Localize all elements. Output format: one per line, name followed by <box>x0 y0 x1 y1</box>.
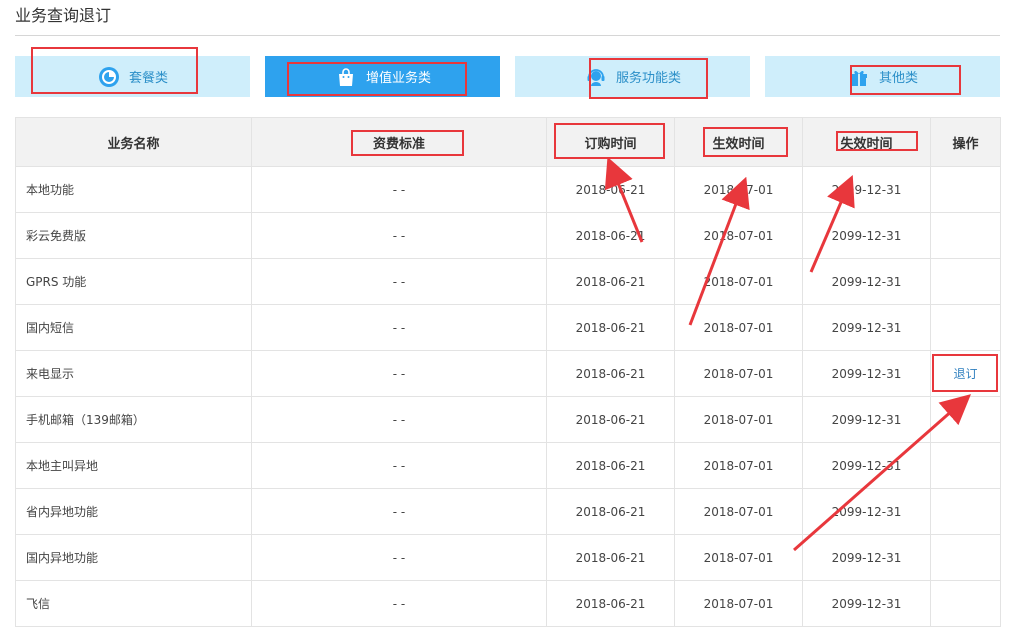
cell-action <box>930 442 1001 489</box>
tab-other-label: 其他类 <box>878 71 918 86</box>
cell-business-name: 手机邮箱（139邮箱） <box>15 396 252 443</box>
cell-action: 退订 <box>930 350 1001 397</box>
cell-order-time: 2018-06-21 <box>546 396 675 443</box>
cell-effective-time: 2018-07-01 <box>674 166 803 213</box>
table-row: 本地功能 - - 2018-06-21 2018-07-01 2099-12-3… <box>15 166 1001 213</box>
shopping-bag-icon <box>334 65 358 89</box>
cell-order-time: 2018-06-21 <box>546 304 675 351</box>
tab-value-added-label: 增值业务类 <box>365 71 431 86</box>
cell-effective-time: 2018-07-01 <box>674 396 803 443</box>
cell-action <box>930 396 1001 443</box>
header-effective-time: 生效时间 <box>674 117 803 167</box>
header-business-name: 业务名称 <box>15 117 252 167</box>
cell-business-name: GPRS 功能 <box>15 258 252 305</box>
cell-expire-time: 2099-12-31 <box>802 534 931 581</box>
table-row: 手机邮箱（139邮箱） - - 2018-06-21 2018-07-01 20… <box>15 396 1001 443</box>
title-divider <box>15 35 1000 36</box>
tab-service-function-label: 服务功能类 <box>615 71 681 86</box>
cell-expire-time: 2099-12-31 <box>802 350 931 397</box>
cell-action <box>930 534 1001 581</box>
table-row: 彩云免费版 - - 2018-06-21 2018-07-01 2099-12-… <box>15 212 1001 259</box>
category-tabs: 套餐类 增值业务类 服务功能类 其他类 <box>15 56 1000 97</box>
header-expire-time: 失效时间 <box>802 117 931 167</box>
cell-fee: - - <box>251 534 547 581</box>
table-row: 国内异地功能 - - 2018-06-21 2018-07-01 2099-12… <box>15 534 1001 581</box>
cell-business-name: 彩云免费版 <box>15 212 252 259</box>
cell-order-time: 2018-06-21 <box>546 350 675 397</box>
cell-fee: - - <box>251 166 547 213</box>
header-fee-standard: 资费标准 <box>251 117 547 167</box>
cell-expire-time: 2099-12-31 <box>802 488 931 535</box>
cell-fee: - - <box>251 304 547 351</box>
cell-fee: - - <box>251 258 547 305</box>
cell-action <box>930 166 1001 213</box>
cell-action <box>930 580 1001 627</box>
cell-order-time: 2018-06-21 <box>546 258 675 305</box>
tab-package-label: 套餐类 <box>128 71 168 86</box>
cell-expire-time: 2099-12-31 <box>802 212 931 259</box>
cell-expire-time: 2099-12-31 <box>802 580 931 627</box>
cell-expire-time: 2099-12-31 <box>802 258 931 305</box>
cell-order-time: 2018-06-21 <box>546 442 675 489</box>
headset-agent-icon <box>584 65 608 89</box>
cell-business-name: 本地功能 <box>15 166 252 213</box>
unsubscribe-link[interactable]: 退订 <box>953 367 977 381</box>
cell-business-name: 来电显示 <box>15 350 252 397</box>
cell-business-name: 国内异地功能 <box>15 534 252 581</box>
cell-effective-time: 2018-07-01 <box>674 488 803 535</box>
table-row: 省内异地功能 - - 2018-06-21 2018-07-01 2099-12… <box>15 488 1001 535</box>
cell-action <box>930 212 1001 259</box>
cell-business-name: 本地主叫异地 <box>15 442 252 489</box>
table-row: 本地主叫异地 - - 2018-06-21 2018-07-01 2099-12… <box>15 442 1001 489</box>
cell-effective-time: 2018-07-01 <box>674 258 803 305</box>
table-row: 来电显示 - - 2018-06-21 2018-07-01 2099-12-3… <box>15 350 1001 397</box>
pie-chart-icon <box>97 65 121 89</box>
header-action: 操作 <box>930 117 1001 167</box>
cell-fee: - - <box>251 488 547 535</box>
tab-value-added[interactable]: 增值业务类 <box>265 56 500 97</box>
cell-effective-time: 2018-07-01 <box>674 304 803 351</box>
cell-action <box>930 488 1001 535</box>
cell-effective-time: 2018-07-01 <box>674 580 803 627</box>
cell-fee: - - <box>251 442 547 489</box>
page-title: 业务查询退订 <box>15 6 112 25</box>
cell-expire-time: 2099-12-31 <box>802 396 931 443</box>
cell-expire-time: 2099-12-31 <box>802 304 931 351</box>
cell-order-time: 2018-06-21 <box>546 488 675 535</box>
cell-expire-time: 2099-12-31 <box>802 442 931 489</box>
cell-fee: - - <box>251 350 547 397</box>
cell-order-time: 2018-06-21 <box>546 212 675 259</box>
cell-fee: - - <box>251 396 547 443</box>
tab-service-function[interactable]: 服务功能类 <box>515 56 750 97</box>
cell-business-name: 省内异地功能 <box>15 488 252 535</box>
table-header-row: 业务名称 资费标准 订购时间 生效时间 失效时间 操作 <box>15 117 1001 167</box>
cell-order-time: 2018-06-21 <box>546 166 675 213</box>
cell-effective-time: 2018-07-01 <box>674 350 803 397</box>
cell-business-name: 飞信 <box>15 580 252 627</box>
cell-effective-time: 2018-07-01 <box>674 534 803 581</box>
table-row: 国内短信 - - 2018-06-21 2018-07-01 2099-12-3… <box>15 304 1001 351</box>
cell-fee: - - <box>251 580 547 627</box>
cell-effective-time: 2018-07-01 <box>674 442 803 489</box>
tab-other[interactable]: 其他类 <box>765 56 1000 97</box>
gift-box-icon <box>847 65 871 89</box>
tab-package[interactable]: 套餐类 <box>15 56 250 97</box>
table-row: 飞信 - - 2018-06-21 2018-07-01 2099-12-31 <box>15 580 1001 627</box>
cell-business-name: 国内短信 <box>15 304 252 351</box>
cell-effective-time: 2018-07-01 <box>674 212 803 259</box>
cell-fee: - - <box>251 212 547 259</box>
business-query-page: 业务查询退订 套餐类 增值业务类 服务功能类 其他类 业务名称 资费标准 订购时… <box>0 0 1018 628</box>
cell-action <box>930 258 1001 305</box>
cell-order-time: 2018-06-21 <box>546 580 675 627</box>
table-row: GPRS 功能 - - 2018-06-21 2018-07-01 2099-1… <box>15 258 1001 305</box>
cell-action <box>930 304 1001 351</box>
cell-order-time: 2018-06-21 <box>546 534 675 581</box>
header-order-time: 订购时间 <box>546 117 675 167</box>
business-table: 业务名称 资费标准 订购时间 生效时间 失效时间 操作 本地功能 - - 201… <box>15 117 1001 628</box>
cell-expire-time: 2099-12-31 <box>802 166 931 213</box>
